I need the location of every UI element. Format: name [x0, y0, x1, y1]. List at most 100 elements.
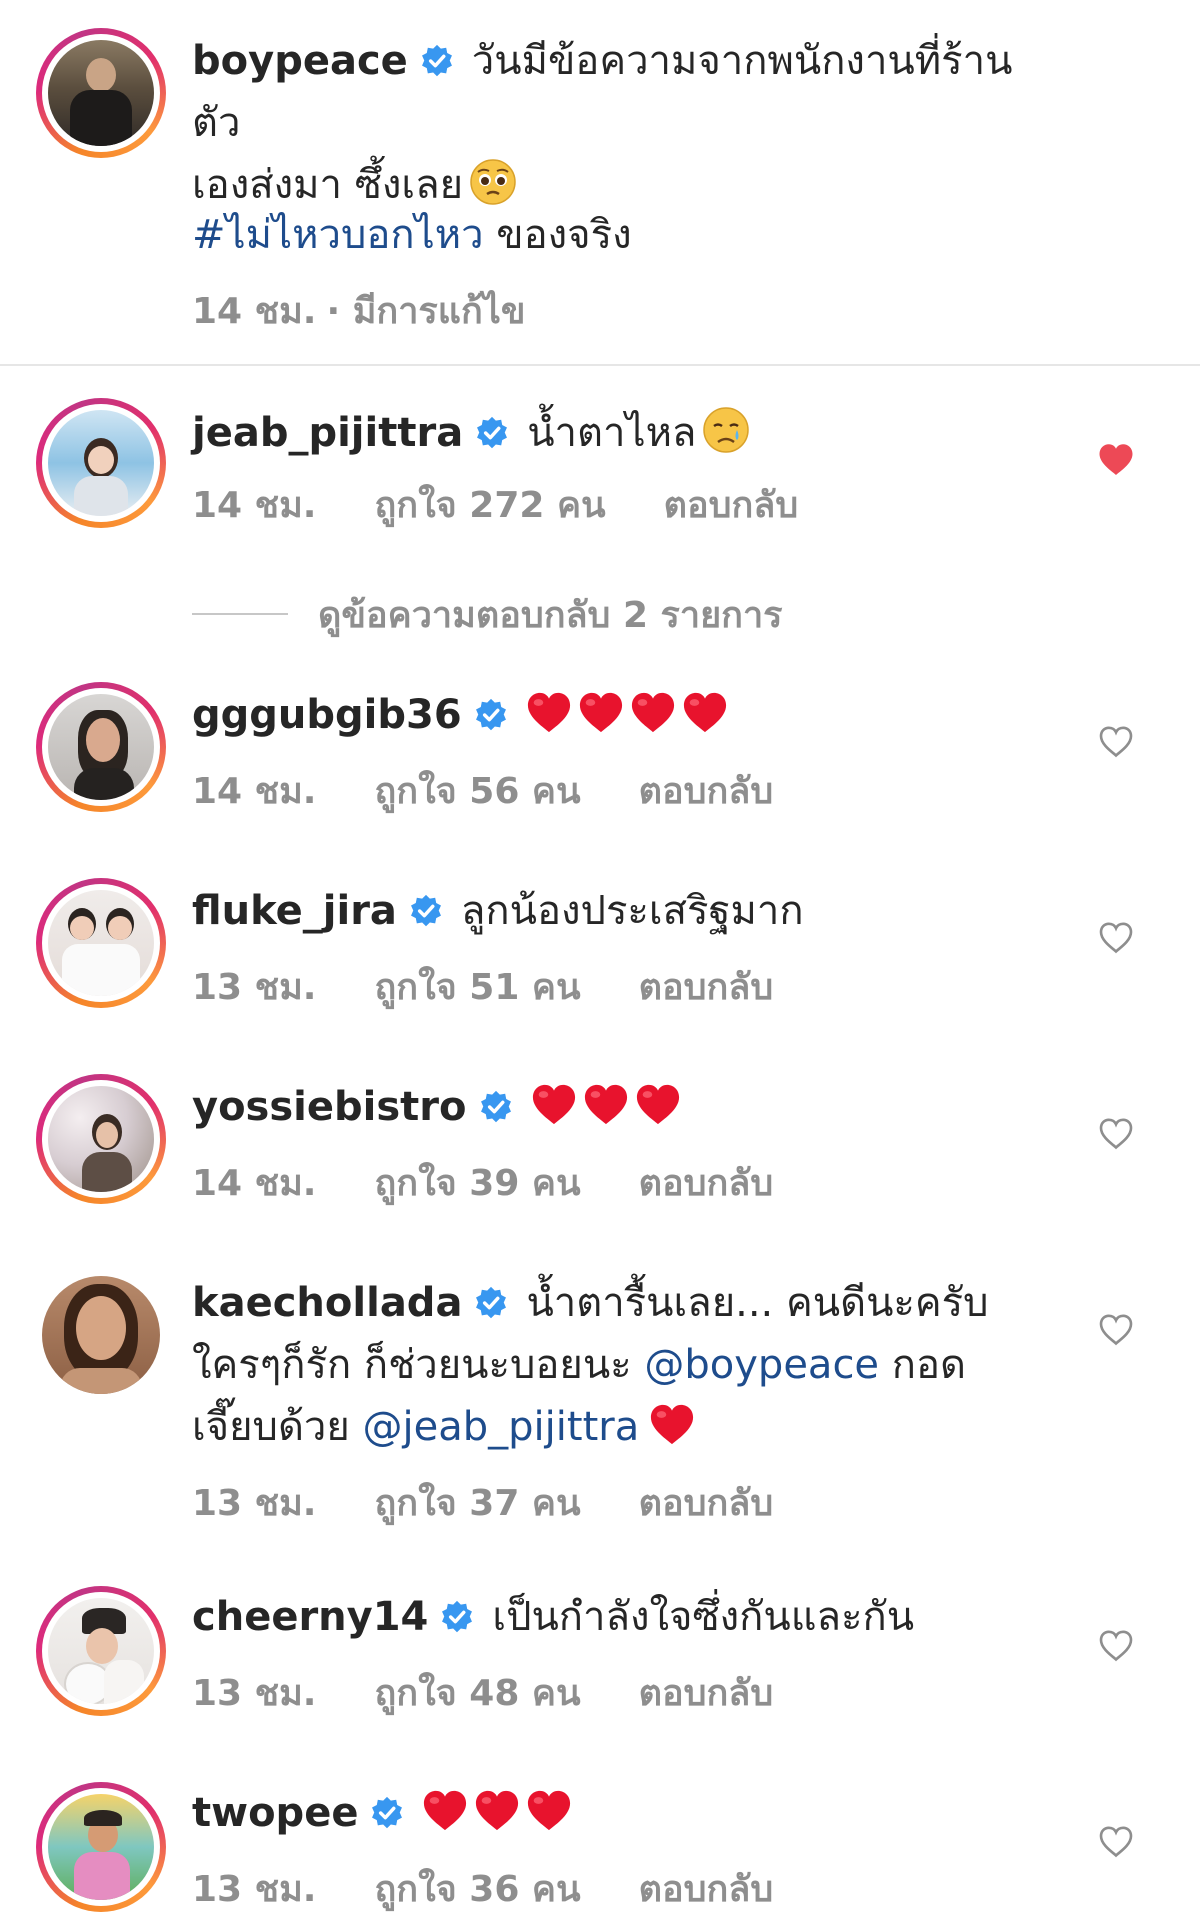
username[interactable]: yossiebistro	[192, 1084, 467, 1130]
comment-meta: 14 ชม. ถูกใจ 56 คน ตอบกลับ	[192, 762, 831, 819]
verified-icon	[474, 698, 508, 732]
comment-time: 14 ชม.	[192, 771, 317, 812]
red-heart-emoji-icon	[649, 1402, 695, 1448]
like-heart-icon[interactable]	[1098, 920, 1134, 956]
red-heart-emoji-icon	[474, 1788, 520, 1834]
avatar-gggubgib36[interactable]	[36, 682, 166, 812]
mention-link[interactable]: @boypeace	[644, 1342, 879, 1388]
red-heart-emoji-icon	[526, 690, 572, 736]
comment-body-line-2-end: กอด	[879, 1342, 966, 1388]
like-heart-icon[interactable]	[1098, 1824, 1134, 1860]
post-time: 14 ชม.	[192, 291, 317, 332]
caption-line-2: เองส่งมา ซึ้งเลย	[192, 162, 464, 208]
comment-text: cheerny14 เป็นกำลังใจซึ่งกันและกัน	[192, 1586, 1022, 1648]
comment-time: 13 ชม.	[192, 1869, 317, 1910]
reply-button[interactable]: ตอบกลับ	[639, 1483, 774, 1524]
likes-count[interactable]: ถูกใจ 48 คน	[374, 1673, 580, 1714]
comment-time: 14 ชม.	[192, 485, 317, 526]
likes-count[interactable]: ถูกใจ 36 คน	[374, 1869, 580, 1910]
comment-kaechollada: kaechollada น้ำตารื้นเลย... คนดีนะครับ ใค…	[0, 1268, 1200, 1568]
caption-text: boypeace วันมีข้อความจากพนักงานที่ร้านตัว…	[192, 30, 1022, 216]
red-heart-emoji-icon	[578, 690, 624, 736]
verified-icon	[370, 1796, 404, 1830]
comment-meta: 14 ชม. ถูกใจ 39 คน ตอบกลับ	[192, 1154, 831, 1211]
verified-icon	[474, 1286, 508, 1320]
username[interactable]: twopee	[192, 1790, 358, 1836]
comment-body-line-2: ใครๆก็รัก ก็ช่วยนะบอยนะ	[192, 1342, 645, 1388]
hashtag-link[interactable]: #ไม่ไหวบอกไหว	[192, 212, 484, 258]
verified-icon	[479, 1090, 513, 1124]
comment-meta: 13 ชม. ถูกใจ 51 คน ตอบกลับ	[192, 958, 831, 1015]
like-heart-icon[interactable]	[1098, 1312, 1134, 1348]
caption-meta: 14 ชม. · มีการแก้ไข	[192, 282, 584, 339]
red-heart-emoji-icon	[531, 1082, 577, 1128]
like-heart-icon[interactable]	[1098, 1116, 1134, 1152]
comment-text: fluke_jira ลูกน้องประเสริฐมาก	[192, 880, 1022, 942]
comment-meta: 13 ชม. ถูกใจ 48 คน ตอบกลับ	[192, 1664, 831, 1721]
comment-body: ลูกน้องประเสริฐมาก	[460, 888, 804, 934]
likes-count[interactable]: ถูกใจ 51 คน	[374, 967, 580, 1008]
comment-yossiebistro: yossiebistro 14 ชม. ถูกใจ 39 คน ตอบกลับ	[0, 1072, 1200, 1262]
edited-label: · มีการแก้ไข	[326, 291, 526, 332]
reply-button[interactable]: ตอบกลับ	[639, 771, 774, 812]
red-heart-emoji-icon	[422, 1788, 468, 1834]
comment-meta: 14 ชม. ถูกใจ 272 คน ตอบกลับ	[192, 476, 856, 533]
crying-face-icon	[702, 406, 750, 454]
reply-button[interactable]: ตอบกลับ	[639, 967, 774, 1008]
comment-twopee: twopee 13 ชม. ถูกใจ 36 คน ตอบกลับ	[0, 1782, 1200, 1924]
comment-time: 13 ชม.	[192, 1483, 317, 1524]
hashtag-suffix: ของจริง	[483, 212, 632, 258]
comment-body: เป็นกำลังใจซึ่งกันและกัน	[492, 1594, 915, 1640]
view-replies-label[interactable]: ดูข้อความตอบกลับ 2 รายการ	[318, 595, 783, 636]
comment-gggubgib36: gggubgib36 14 ชม. ถูกใจ 56 คน ตอบกลับ	[0, 680, 1200, 870]
avatar-fluke-jira[interactable]	[36, 878, 166, 1008]
like-heart-icon[interactable]	[1098, 724, 1134, 760]
reply-button[interactable]: ตอบกลับ	[639, 1673, 774, 1714]
comment-meta: 13 ชม. ถูกใจ 37 คน ตอบกลับ	[192, 1474, 831, 1531]
likes-count[interactable]: ถูกใจ 37 คน	[374, 1483, 580, 1524]
comment-time: 13 ชม.	[192, 1673, 317, 1714]
username[interactable]: cheerny14	[192, 1594, 428, 1640]
comment-text: yossiebistro	[192, 1076, 1022, 1138]
verified-icon	[440, 1600, 474, 1634]
post-caption: boypeace วันมีข้อความจากพนักงานที่ร้านตัว…	[0, 0, 1200, 364]
avatar-jeab-pijittra[interactable]	[36, 398, 166, 528]
verified-icon	[475, 416, 509, 450]
verified-icon	[420, 44, 454, 78]
comment-text: kaechollada น้ำตารื้นเลย... คนดีนะครับ ใค…	[192, 1272, 1022, 1458]
likes-count[interactable]: ถูกใจ 39 คน	[374, 1163, 580, 1204]
comment-body: น้ำตาไหล	[527, 410, 697, 456]
comment-body-line-3: เจี๊ยบด้วย	[192, 1404, 363, 1450]
red-heart-emoji-icon	[682, 690, 728, 736]
caption-hashtag-line: #ไม่ไหวบอกไหว ของจริง	[192, 204, 1022, 266]
pleading-face-icon	[469, 158, 517, 206]
username[interactable]: jeab_pijittra	[192, 410, 463, 456]
avatar-yossiebistro[interactable]	[36, 1074, 166, 1204]
comment-text: jeab_pijittra น้ำตาไหล	[192, 402, 1022, 464]
avatar-cheerny14[interactable]	[36, 1586, 166, 1716]
comment-jeab-pijittra: jeab_pijittra น้ำตาไหล 14 ชม. ถูกใจ 272 คน…	[0, 366, 1200, 586]
comment-cheerny14: cheerny14 เป็นกำลังใจซึ่งกันและกัน 13 ชม.…	[0, 1586, 1200, 1776]
mention-link[interactable]: @jeab_pijittra	[363, 1404, 640, 1450]
likes-count[interactable]: ถูกใจ 272 คน	[374, 485, 605, 526]
like-heart-icon[interactable]	[1098, 1628, 1134, 1664]
red-heart-emoji-icon	[583, 1082, 629, 1128]
reply-button[interactable]: ตอบกลับ	[639, 1869, 774, 1910]
avatar-boypeace[interactable]	[36, 28, 166, 158]
likes-count[interactable]: ถูกใจ 56 คน	[374, 771, 580, 812]
red-heart-emoji-icon	[635, 1082, 681, 1128]
comment-fluke-jira: fluke_jira ลูกน้องประเสริฐมาก 13 ชม. ถูกใจ…	[0, 876, 1200, 1066]
comment-text: twopee	[192, 1782, 1022, 1844]
comment-meta: 13 ชม. ถูกใจ 36 คน ตอบกลับ	[192, 1860, 831, 1917]
username[interactable]: fluke_jira	[192, 888, 397, 934]
view-replies-line	[192, 613, 288, 615]
view-replies-button[interactable]: ดูข้อความตอบกลับ 2 รายการ	[192, 586, 783, 643]
avatar-twopee[interactable]	[36, 1782, 166, 1912]
username[interactable]: boypeace	[192, 38, 408, 84]
reply-button[interactable]: ตอบกลับ	[639, 1163, 774, 1204]
username[interactable]: kaechollada	[192, 1280, 462, 1326]
avatar-kaechollada[interactable]	[42, 1276, 160, 1394]
reply-button[interactable]: ตอบกลับ	[664, 485, 799, 526]
liked-heart-icon[interactable]	[1098, 442, 1134, 478]
username[interactable]: gggubgib36	[192, 692, 462, 738]
